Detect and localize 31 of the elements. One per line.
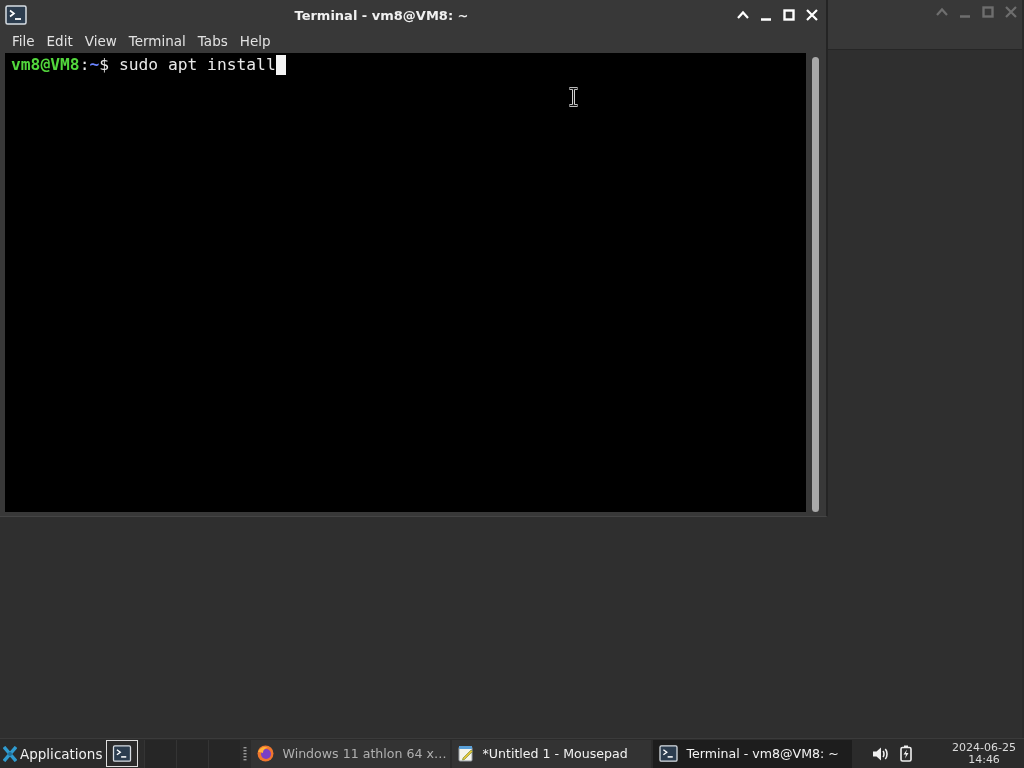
volume-icon[interactable]	[872, 745, 890, 762]
menu-item[interactable]: View	[78, 31, 123, 51]
clock[interactable]: 2024-06-25 14:46	[952, 741, 1016, 766]
ibeam-pointer-icon	[568, 87, 579, 107]
task-label: Windows 11 athlon 64 x…	[282, 746, 447, 761]
task-label: *Untitled 1 - Mousepad	[482, 746, 628, 761]
task-button[interactable]: Windows 11 athlon 64 x…	[251, 739, 451, 768]
app-menu-icon	[3, 745, 17, 762]
globe-icon	[257, 745, 275, 762]
terminal-icon	[5, 5, 27, 25]
grip-icon[interactable]	[243, 745, 248, 762]
battery-icon[interactable]	[900, 745, 913, 762]
terminal-icon	[112, 745, 133, 762]
applications-menu-button[interactable]: Applications	[0, 739, 106, 768]
menu-item[interactable]: Terminal	[122, 31, 192, 51]
task-button[interactable]: *Untitled 1 - Mousepad	[452, 739, 652, 768]
task-button[interactable]: Terminal - vm8@VM8: ~	[653, 739, 853, 768]
clock-date: 2024-06-25	[952, 741, 1016, 754]
menu-item[interactable]: Tabs	[191, 31, 234, 51]
command-line: vm8@VM8:~$ sudo apt install	[11, 55, 276, 75]
notepad-icon	[458, 745, 475, 762]
menu-item[interactable]: Help	[233, 31, 277, 51]
terminal-icon	[659, 745, 679, 762]
launcher-button[interactable]	[106, 740, 139, 767]
scrollbar-thumb[interactable]	[812, 57, 819, 512]
menu-item[interactable]: File	[6, 31, 41, 51]
clock-time: 14:46	[968, 753, 1000, 766]
menu-item[interactable]: Edit	[40, 31, 79, 51]
applications-label: Applications	[20, 745, 103, 762]
task-label: Terminal - vm8@VM8: ~	[686, 746, 839, 761]
window-title: Terminal - vm8@VM8: ~	[294, 7, 469, 23]
